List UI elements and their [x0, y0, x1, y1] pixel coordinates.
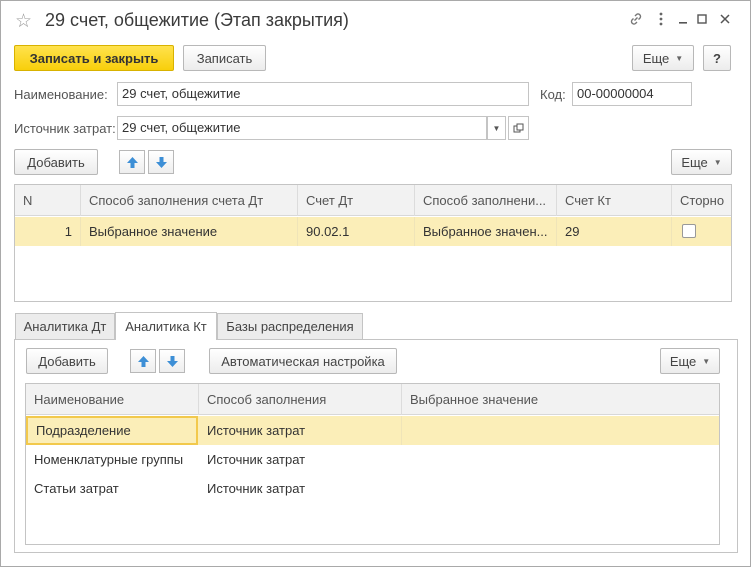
save-button[interactable]: Записать	[183, 45, 266, 71]
tab-analytics-dt[interactable]: Аналитика Дт	[15, 313, 115, 339]
star-icon[interactable]: ☆	[15, 10, 32, 33]
table-header: Наименование Способ заполнения Выбранное…	[26, 384, 719, 415]
code-field[interactable]: 00-00000004	[572, 82, 692, 106]
table-row[interactable]: Статьи затрат Источник затрат	[26, 474, 719, 503]
auto-setup-button[interactable]: Автоматическая настройка	[209, 348, 397, 374]
column-header[interactable]: Сторно	[672, 185, 733, 216]
move-down-button[interactable]	[148, 150, 174, 174]
table-row[interactable]: 1 Выбранное значение 90.02.1 Выбранное з…	[15, 217, 731, 246]
cost-source-label: Источник затрат:	[14, 121, 116, 136]
account-dt-cell[interactable]: 90.02.1	[298, 217, 415, 246]
column-header[interactable]: N	[15, 185, 81, 216]
caret-down-icon: ▼	[713, 157, 722, 167]
tab-distribution-bases[interactable]: Базы распределения	[217, 313, 363, 339]
arrow-up-icon	[126, 156, 138, 168]
window-title: 29 счет, общежитие (Этап закрытия)	[45, 10, 349, 30]
analytics-move-down-button[interactable]	[159, 349, 185, 373]
add-row-button[interactable]: Добавить	[14, 149, 98, 175]
name-label: Наименование:	[14, 87, 108, 102]
table-header: N Способ заполнения счета Дт Счет Дт Спо…	[15, 185, 731, 216]
table-more-label: Еще	[681, 154, 708, 170]
code-label: Код:	[540, 87, 566, 102]
link-icon[interactable]	[627, 11, 645, 29]
save-and-close-button[interactable]: Записать и закрыть	[14, 45, 174, 71]
analytics-table: Наименование Способ заполнения Выбранное…	[25, 383, 720, 545]
column-header[interactable]: Наименование	[26, 384, 199, 415]
name-cell[interactable]: Статьи затрат	[26, 474, 199, 503]
analytics-move-up-button[interactable]	[130, 349, 156, 373]
caret-down-icon: ▼	[492, 123, 501, 133]
column-header[interactable]: Выбранное значение	[402, 384, 721, 415]
value-cell[interactable]	[402, 474, 721, 503]
open-window-icon	[513, 123, 524, 132]
close-icon[interactable]	[716, 11, 734, 29]
fill-method-kt-cell[interactable]: Выбранное значен...	[415, 217, 557, 246]
account-kt-cell[interactable]: 29	[557, 217, 672, 246]
table-row[interactable]: Номенклатурные группы Источник затрат	[26, 445, 719, 474]
add-analytics-button[interactable]: Добавить	[26, 348, 108, 374]
form-window: ☆ 29 счет, общежитие (Этап закрытия) Зап…	[0, 0, 751, 567]
value-cell[interactable]	[402, 416, 721, 445]
cost-source-field[interactable]: 29 счет, общежитие	[117, 116, 487, 140]
fill-method-dt-cell[interactable]: Выбранное значение	[81, 217, 298, 246]
row-number: 1	[15, 217, 81, 246]
column-header[interactable]: Способ заполнени...	[415, 185, 557, 216]
analytics-more-button[interactable]: Еще ▼	[660, 348, 720, 374]
more-button[interactable]: Еще ▼	[632, 45, 694, 71]
column-header[interactable]: Способ заполнения	[199, 384, 402, 415]
arrow-up-icon	[137, 355, 149, 367]
storno-cell	[672, 217, 733, 246]
arrow-down-icon	[155, 156, 167, 168]
name-cell[interactable]: Номенклатурные группы	[26, 445, 199, 474]
fill-method-cell[interactable]: Источник затрат	[199, 445, 402, 474]
value-cell[interactable]	[402, 445, 721, 474]
move-up-button[interactable]	[119, 150, 145, 174]
table-more-button[interactable]: Еще ▼	[671, 149, 732, 175]
column-header[interactable]: Счет Кт	[557, 185, 672, 216]
storno-checkbox[interactable]	[682, 224, 696, 238]
dropdown-button[interactable]: ▼	[487, 116, 506, 140]
title-bar: ☆ 29 счет, общежитие (Этап закрытия)	[1, 1, 750, 41]
column-header[interactable]: Счет Дт	[298, 185, 415, 216]
minimize-icon[interactable]	[674, 11, 692, 29]
name-field[interactable]: 29 счет, общежитие	[117, 82, 529, 106]
caret-down-icon: ▼	[702, 356, 711, 366]
tab-analytics-kt[interactable]: Аналитика Кт	[115, 312, 217, 340]
name-cell[interactable]: Подразделение	[26, 416, 198, 445]
open-button[interactable]	[508, 116, 529, 140]
caret-down-icon: ▼	[675, 53, 684, 63]
maximize-icon[interactable]	[693, 11, 711, 29]
column-header[interactable]: Способ заполнения счета Дт	[81, 185, 298, 216]
analytics-more-label: Еще	[669, 353, 697, 369]
fill-method-cell[interactable]: Источник затрат	[199, 416, 402, 445]
accounts-table: N Способ заполнения счета Дт Счет Дт Спо…	[14, 184, 732, 302]
more-button-label: Еще	[642, 50, 670, 66]
arrow-down-icon	[166, 355, 178, 367]
more-vertical-icon[interactable]	[652, 11, 670, 29]
fill-method-cell[interactable]: Источник затрат	[199, 474, 402, 503]
table-row[interactable]: Подразделение Источник затрат	[26, 416, 719, 445]
help-button[interactable]: ?	[703, 45, 731, 71]
